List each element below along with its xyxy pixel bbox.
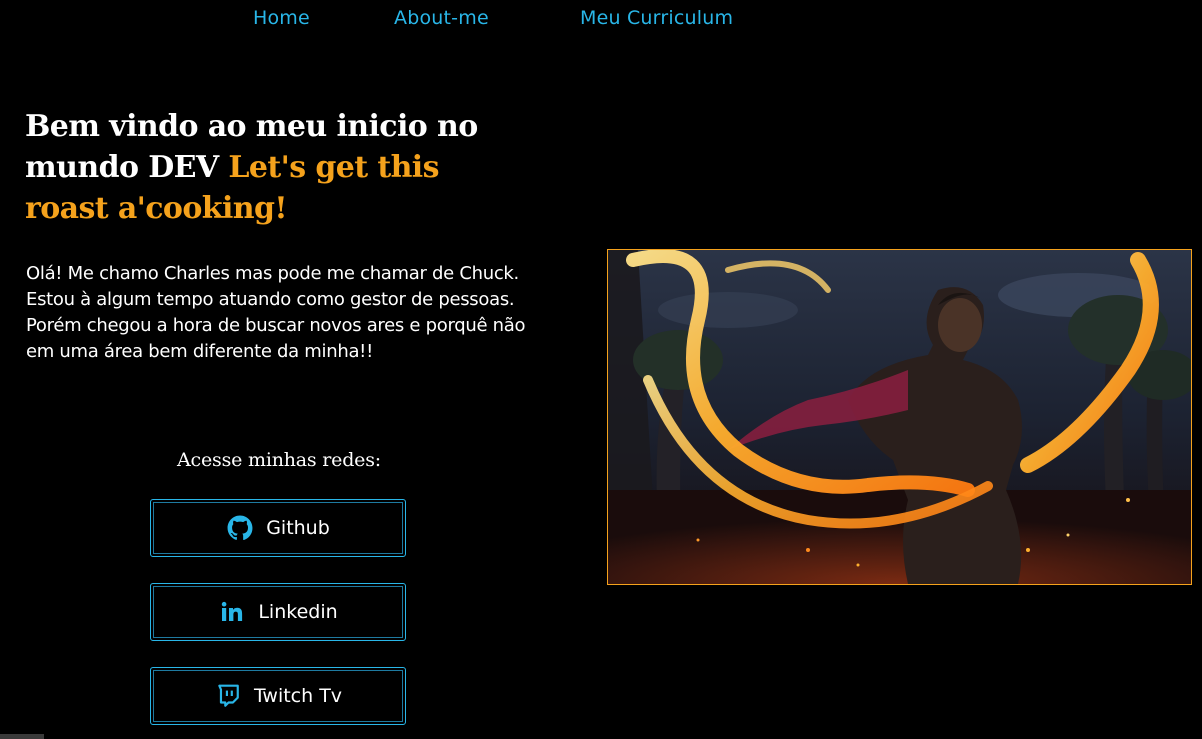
linkedin-button[interactable]: Linkedin bbox=[150, 583, 406, 641]
twitch-button-label: Twitch Tv bbox=[253, 685, 343, 707]
intro-paragraph: Olá! Me chamo Charles mas pode me chamar… bbox=[26, 263, 526, 362]
nav-link-curriculum[interactable]: Meu Curriculum bbox=[580, 7, 733, 29]
horizontal-scrollbar[interactable] bbox=[0, 734, 44, 739]
social-section-title: Acesse minhas redes: bbox=[177, 449, 381, 471]
nav-link-home[interactable]: Home bbox=[253, 7, 310, 29]
linkedin-button-label: Linkedin bbox=[258, 601, 338, 623]
github-button[interactable]: Github bbox=[150, 499, 406, 557]
top-navigation: Home About-me Meu Curriculum bbox=[0, 7, 1202, 35]
github-icon bbox=[226, 514, 254, 542]
twitch-icon bbox=[214, 682, 242, 710]
github-button-label: Github bbox=[266, 517, 330, 539]
anime-warrior-illustration bbox=[608, 250, 1191, 584]
page: Home About-me Meu Curriculum Bem vindo a… bbox=[0, 0, 1202, 739]
linkedin-icon bbox=[218, 598, 246, 626]
welcome-heading: Bem vindo ao meu inicio no mundo DEV Let… bbox=[25, 106, 525, 229]
hero-image bbox=[607, 249, 1192, 585]
nav-link-about-me[interactable]: About-me bbox=[394, 7, 489, 29]
twitch-button[interactable]: Twitch Tv bbox=[150, 667, 406, 725]
